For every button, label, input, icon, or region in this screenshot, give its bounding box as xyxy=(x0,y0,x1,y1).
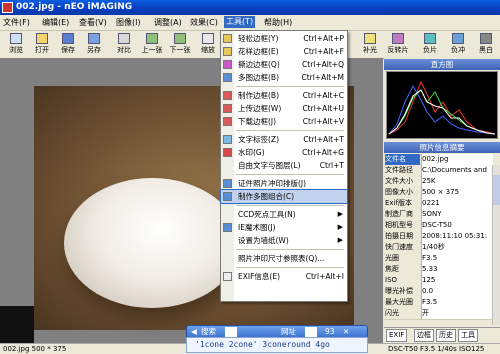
pattern-frame-icon xyxy=(223,47,232,56)
compare-icon xyxy=(118,33,130,44)
menu-help[interactable]: 帮助(H) xyxy=(264,17,292,28)
next-button[interactable]: 下一张 xyxy=(168,32,192,58)
info-scrollbar[interactable] xyxy=(492,165,500,325)
menu-bar: 文件(F) 编辑(E) 查看(V) 图像(I) 调整(A) 效果(C) 工具(T… xyxy=(0,15,500,31)
save-button[interactable]: 保存 xyxy=(56,32,80,58)
menu-text-label[interactable]: 文字标签(Z) Ctrl+Alt+T xyxy=(221,133,347,146)
zoom-button[interactable]: 缩放 xyxy=(196,32,220,58)
frame-icon xyxy=(223,34,232,43)
menu-ie-magic[interactable]: IE魔术图(J) ▶ xyxy=(221,221,347,234)
menu-view[interactable]: 查看(V) xyxy=(79,17,107,28)
menu-adjust[interactable]: 调整(A) xyxy=(154,17,182,28)
window-title: 002.jpg - nEO iMAGING xyxy=(16,2,133,12)
menu-edit[interactable]: 编辑(E) xyxy=(42,17,69,28)
menu-effect[interactable]: 效果(C) xyxy=(190,17,218,28)
previous-button[interactable]: 上一张 xyxy=(140,32,164,58)
histogram-graph xyxy=(388,80,496,135)
save-as-icon xyxy=(88,33,100,44)
black-white-button[interactable]: 黑白 xyxy=(474,32,498,58)
menu-pattern-frame[interactable]: 花样边框(E) Ctrl+Alt+F xyxy=(221,45,347,58)
histogram-title: 直方图 xyxy=(384,59,500,70)
tools-dropdown-menu: 轻松边框(Y) Ctrl+Alt+P 花样边框(E) Ctrl+Alt+F 撕边边框… xyxy=(220,30,348,302)
menu-watermark[interactable]: 水印(G) Ctrl+Alt+G xyxy=(221,146,347,159)
tab-exif[interactable]: EXIF xyxy=(386,329,408,342)
app-icon xyxy=(2,2,13,13)
menu-make-frame[interactable]: 制作边框(B) Ctrl+Alt+C xyxy=(221,89,347,102)
egg-subject xyxy=(64,178,240,308)
compare-button[interactable]: 对比 xyxy=(112,32,136,58)
table-row[interactable]: 闪光开 xyxy=(384,308,500,320)
ie-icon xyxy=(223,223,232,232)
browse-button[interactable]: 浏览 xyxy=(4,32,28,58)
reversal-film-button[interactable]: 反转片 xyxy=(386,32,410,58)
exif-icon xyxy=(223,272,232,281)
histogram xyxy=(386,71,498,139)
menu-torn-frame[interactable]: 撕边边框(Q) Ctrl+Alt+Q xyxy=(221,58,347,71)
open-button[interactable]: 打开 xyxy=(30,32,54,58)
menu-multi-image-combo[interactable]: 制作多图组合(C) xyxy=(220,189,348,204)
magnifier-icon xyxy=(202,33,214,44)
menu-print-size-chart[interactable]: 照片冲印尺寸参照表(Q)... xyxy=(221,252,347,265)
tab-tools[interactable]: 工具 xyxy=(458,329,478,342)
download-icon xyxy=(223,117,232,126)
menu-ccd-tool[interactable]: CCD死点工具(N) ▶ xyxy=(221,208,347,221)
arrow-right-icon xyxy=(174,33,186,44)
submenu-arrow-icon: ▶ xyxy=(337,210,343,218)
collage-icon xyxy=(223,192,232,201)
tab-history[interactable]: 历史 xyxy=(436,329,456,342)
fill-light-icon xyxy=(364,33,376,44)
submenu-arrow-icon: ▶ xyxy=(337,223,343,231)
scrollbar-thumb[interactable] xyxy=(493,175,500,205)
text-label-icon xyxy=(223,135,232,144)
menu-multi-frame[interactable]: 多图边框(B) Ctrl+Alt+M xyxy=(221,71,347,84)
info-title: 照片信息摘要 xyxy=(384,142,500,153)
title-bar: 002.jpg - nEO iMAGING xyxy=(0,0,500,15)
menu-image[interactable]: 图像(I) xyxy=(116,17,141,28)
negative-icon xyxy=(424,33,436,44)
torn-frame-icon xyxy=(223,60,232,69)
search-input[interactable] xyxy=(225,327,237,337)
upload-icon xyxy=(223,104,232,113)
canvas-corner xyxy=(0,306,34,343)
save-as-button[interactable]: 另存 xyxy=(82,32,106,58)
id-photo-icon xyxy=(223,179,232,188)
black-white-icon xyxy=(480,33,492,44)
watermark-icon xyxy=(223,148,232,157)
tab-frame[interactable]: 边框 xyxy=(414,329,434,342)
menu-id-photo-layout[interactable]: 证件照片冲印排版(J) xyxy=(221,177,347,190)
info-panel: 直方图 照片信息摘要 文件名 002.jpg 文件路径 C:\Documents a… xyxy=(384,58,500,343)
make-frame-icon xyxy=(223,91,232,100)
menu-tools[interactable]: 工具(T) xyxy=(224,16,256,28)
negative-button[interactable]: 负片 xyxy=(418,32,442,58)
cross-process-button[interactable]: 负冲 xyxy=(446,32,470,58)
menu-free-text-layer[interactable]: 自由文字与图层(L) Ctrl+T xyxy=(221,159,347,172)
menu-upload-frame[interactable]: 上传边框(W) Ctrl+Alt+U xyxy=(221,102,347,115)
cross-process-icon xyxy=(452,33,464,44)
menu-easy-frame[interactable]: 轻松边框(Y) Ctrl+Alt+P xyxy=(221,32,347,45)
search-hint: '1cone 2cone' 3coneround 4go xyxy=(186,337,368,353)
menu-set-wallpaper[interactable]: 设置为墙纸(W) ▶ xyxy=(221,234,347,247)
arrow-left-icon xyxy=(146,33,158,44)
menu-exif-info[interactable]: EXIF信息(E) Ctrl+Alt+I xyxy=(221,270,347,283)
fill-light-button[interactable]: 补光 xyxy=(358,32,382,58)
submenu-arrow-icon: ▶ xyxy=(337,236,343,244)
web-address-input[interactable] xyxy=(305,327,317,337)
folder-icon xyxy=(36,33,48,44)
panel-tabs: EXIF 边框 历史 工具 xyxy=(384,327,500,342)
floppy-icon xyxy=(62,33,74,44)
menu-download-frame[interactable]: 下载边框(J) Ctrl+Alt+V xyxy=(221,115,347,128)
multi-frame-icon xyxy=(223,73,232,82)
reversal-film-icon xyxy=(392,33,404,44)
menu-file[interactable]: 文件(F) xyxy=(3,17,30,28)
browse-icon xyxy=(10,33,22,44)
